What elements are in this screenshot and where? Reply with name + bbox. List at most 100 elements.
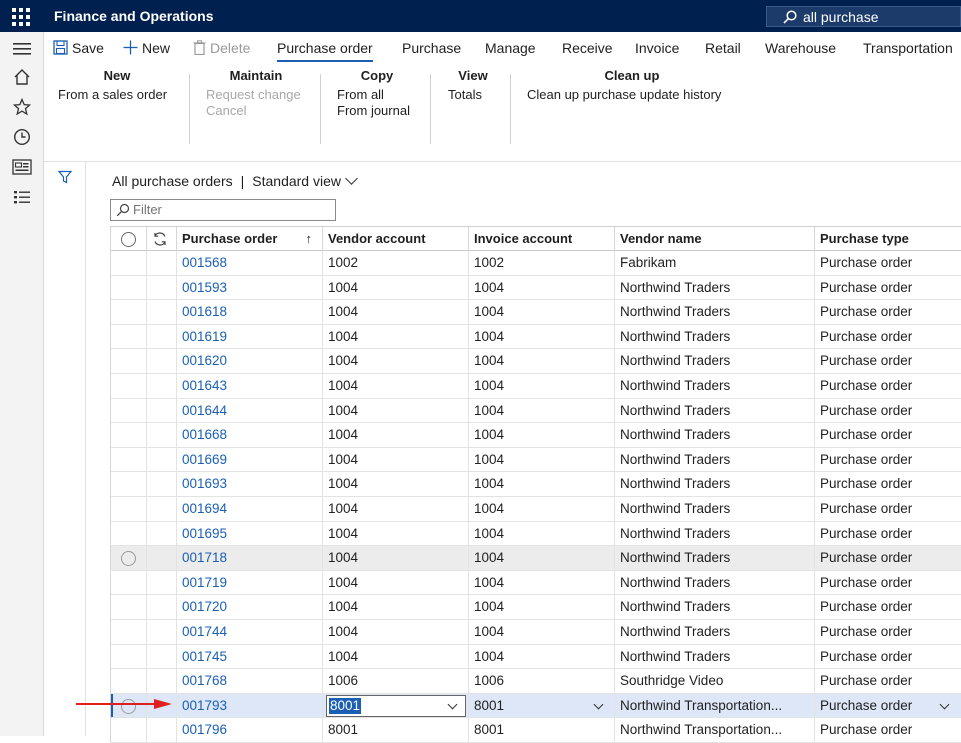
list-icon[interactable] [11, 186, 33, 208]
table-row[interactable]: 001796 8001 8001 Northwind Transportation..… [110, 718, 961, 743]
vendor-account-cell[interactable]: 1004 [322, 447, 468, 472]
purchase-order-link[interactable]: 001745 [176, 644, 322, 669]
vendor-account-cell[interactable]: 1004 [322, 423, 468, 448]
table-row[interactable]: 001669 1004 1004 Northwind Traders Purchase … [110, 447, 961, 473]
chevron-down-icon[interactable] [345, 172, 358, 185]
table-row[interactable]: 001720 1004 1004 Northwind Traders Purchase … [110, 595, 961, 620]
table-row[interactable]: 001744 1004 1004 Northwind Traders Purchase … [110, 619, 961, 645]
invoice-account-cell[interactable]: 1004 [468, 300, 614, 325]
vendor-account-cell[interactable]: 1004 [322, 570, 468, 595]
invoice-account-cell[interactable]: 1004 [468, 447, 614, 472]
vendor-account-cell[interactable]: 1004 [322, 619, 468, 644]
save-button[interactable]: Save [53, 40, 104, 56]
purchase-type-cell[interactable]: Purchase order [814, 423, 961, 448]
row-select-cell[interactable] [110, 496, 146, 521]
col-header-vendor-account[interactable]: Vendor account [322, 227, 468, 251]
invoice-account-cell[interactable]: 1006 [468, 669, 614, 694]
purchase-type-cell[interactable]: Purchase order [814, 693, 961, 718]
chevron-down-icon[interactable] [593, 699, 604, 710]
row-select-cell[interactable] [110, 300, 146, 325]
vendor-account-cell[interactable]: 1004 [322, 349, 468, 374]
vendor-account-cell[interactable]: 1004 [322, 275, 468, 300]
purchase-type-cell[interactable]: Purchase order [814, 619, 961, 644]
invoice-account-cell[interactable]: 1004 [468, 521, 614, 546]
purchase-type-cell[interactable]: Purchase order [814, 521, 961, 546]
vendor-account-cell[interactable]: 1004 [322, 521, 468, 546]
new-button[interactable]: New [123, 40, 170, 56]
invoice-account-cell[interactable]: 1004 [468, 496, 614, 521]
vendor-account-input[interactable]: 8001 [326, 694, 466, 717]
table-row[interactable]: 001644 1004 1004 Northwind Traders Purchase … [110, 398, 961, 424]
purchase-type-cell[interactable]: Purchase order [814, 595, 961, 620]
row-select-cell[interactable] [110, 423, 146, 448]
funnel-icon[interactable] [58, 170, 72, 184]
col-header-vendor-name[interactable]: Vendor name [614, 227, 814, 251]
row-select-cell[interactable] [110, 669, 146, 694]
delete-button[interactable]: Delete [193, 40, 250, 56]
row-select-cell[interactable] [110, 398, 146, 423]
table-row[interactable]: 001793 8001 8001 Northwind Transportation..… [110, 693, 961, 719]
purchase-order-link[interactable]: 001744 [176, 619, 322, 644]
tab-purchase[interactable]: Purchase [402, 40, 461, 56]
row-select-cell[interactable] [110, 324, 146, 349]
table-row[interactable]: 001618 1004 1004 Northwind Traders Purchase … [110, 300, 961, 325]
purchase-order-link[interactable]: 001695 [176, 521, 322, 546]
waffle-icon[interactable] [12, 8, 30, 26]
purchase-order-link[interactable]: 001720 [176, 595, 322, 620]
purchase-order-link[interactable]: 001668 [176, 423, 322, 448]
table-row[interactable]: 001745 1004 1004 Northwind Traders Purchase … [110, 644, 961, 670]
purchase-type-cell[interactable]: Purchase order [814, 718, 961, 743]
col-header-purchase-type[interactable]: Purchase type [814, 227, 961, 251]
invoice-account-cell[interactable]: 1004 [468, 546, 614, 571]
purchase-type-cell[interactable]: Purchase order [814, 447, 961, 472]
purchase-type-cell[interactable]: Purchase order [814, 251, 961, 275]
home-icon[interactable] [11, 66, 33, 88]
table-row[interactable]: 001593 1004 1004 Northwind Traders Purchase … [110, 275, 961, 301]
row-select-cell[interactable] [110, 644, 146, 669]
star-icon[interactable] [11, 96, 33, 118]
table-row[interactable]: 001568 1002 1002 Fabrikam Purchase order [110, 251, 961, 276]
vendor-account-cell[interactable]: 1004 [322, 324, 468, 349]
vendor-account-cell[interactable]: 1004 [322, 373, 468, 398]
table-row[interactable]: 001643 1004 1004 Northwind Traders Purchase … [110, 373, 961, 399]
purchase-order-link[interactable]: 001669 [176, 447, 322, 472]
purchase-type-cell[interactable]: Purchase order [814, 300, 961, 325]
purchase-type-cell[interactable]: Purchase order [814, 349, 961, 374]
vendor-account-cell[interactable]: 8001 [322, 718, 468, 743]
filter-input[interactable] [133, 202, 323, 217]
col-header-invoice-account[interactable]: Invoice account [468, 227, 614, 251]
table-row[interactable]: 001668 1004 1004 Northwind Traders Purchase … [110, 423, 961, 448]
invoice-account-cell[interactable]: 1004 [468, 373, 614, 398]
purchase-order-link[interactable]: 001793 [176, 693, 322, 718]
totals-button[interactable]: Totals [448, 87, 498, 103]
table-row[interactable]: 001619 1004 1004 Northwind Traders Purchase … [110, 324, 961, 350]
row-select-cell[interactable] [110, 472, 146, 497]
invoice-account-cell[interactable]: 8001 [468, 718, 614, 743]
purchase-order-link[interactable]: 001568 [176, 251, 322, 275]
purchase-type-cell[interactable]: Purchase order [814, 373, 961, 398]
vendor-account-cell[interactable]: 1004 [322, 595, 468, 620]
refresh-header[interactable] [146, 227, 176, 251]
purchase-order-link[interactable]: 001768 [176, 669, 322, 694]
purchase-order-link[interactable]: 001694 [176, 496, 322, 521]
purchase-type-cell[interactable]: Purchase order [814, 669, 961, 694]
copy-from-journal-button[interactable]: From journal [337, 103, 417, 119]
table-row[interactable]: 001718 1004 1004 Northwind Traders Purchase … [110, 546, 961, 571]
invoice-account-cell[interactable]: 1004 [468, 595, 614, 620]
request-change-button[interactable]: Request change [206, 87, 306, 103]
invoice-account-cell[interactable]: 1002 [468, 251, 614, 275]
purchase-type-cell[interactable]: Purchase order [814, 546, 961, 571]
search-box[interactable]: all purchase [766, 6, 961, 27]
col-header-purchase-order[interactable]: Purchase order ↑ [176, 227, 322, 251]
row-select-cell[interactable] [110, 546, 146, 571]
invoice-account-cell[interactable]: 1004 [468, 423, 614, 448]
tab-purchase-order[interactable]: Purchase order [277, 40, 373, 62]
purchase-order-link[interactable]: 001593 [176, 275, 322, 300]
purchase-order-link[interactable]: 001693 [176, 472, 322, 497]
row-select-cell[interactable] [110, 251, 146, 275]
purchase-order-link[interactable]: 001643 [176, 373, 322, 398]
row-select-cell[interactable] [110, 275, 146, 300]
vendor-account-cell[interactable]: 1004 [322, 546, 468, 571]
table-row[interactable]: 001620 1004 1004 Northwind Traders Purchase … [110, 349, 961, 374]
refresh-icon[interactable] [152, 231, 168, 247]
